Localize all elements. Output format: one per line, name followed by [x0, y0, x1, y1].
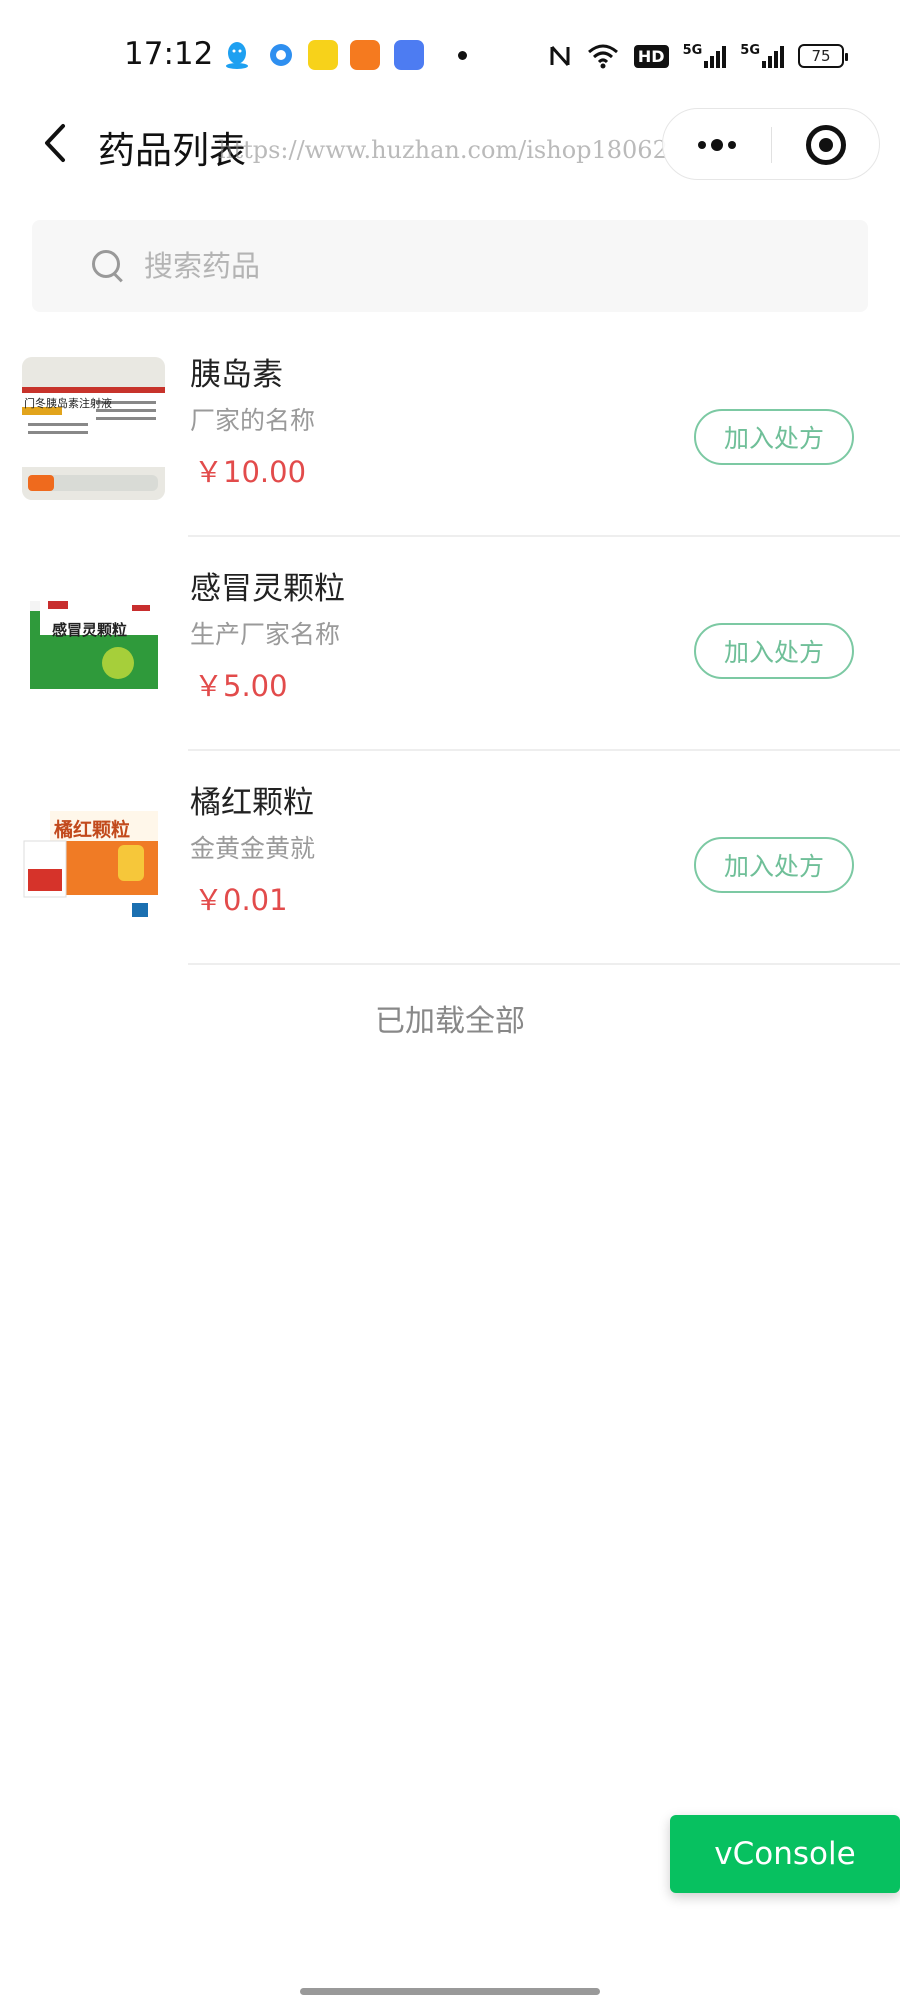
more-dot-icon	[711, 139, 723, 151]
mini-program-capsule	[662, 108, 880, 180]
list-divider	[188, 963, 900, 965]
status-bar: 17:12 HD 5G 5G 75	[0, 0, 900, 110]
qq-app-icon	[222, 40, 252, 70]
search-bar[interactable]	[32, 220, 868, 312]
nfc-icon	[548, 43, 572, 69]
signal-5g-secondary-icon: 5G	[740, 43, 784, 69]
nav-bar: 药品列表 https://www.huzhan.com/ishop18062	[0, 100, 900, 188]
signal-5g-icon: 5G	[683, 43, 727, 69]
product-price: ￥0.01	[194, 883, 288, 917]
back-button[interactable]	[30, 118, 80, 168]
close-mini-program-button[interactable]	[772, 109, 880, 181]
product-image-cold-granules: 感冒灵颗粒	[22, 571, 165, 714]
hd-icon: HD	[633, 44, 669, 68]
product-item[interactable]: 感冒灵颗粒 感冒灵颗粒 生产厂家名称 ￥5.00 加入处方	[0, 537, 900, 751]
browser-app-icon	[266, 40, 296, 70]
news-app-icon	[308, 40, 338, 70]
wifi-icon	[586, 42, 620, 70]
product-name: 橘红颗粒	[190, 785, 314, 821]
product-image-label: 感冒灵颗粒	[52, 621, 128, 639]
product-manufacturer: 生产厂家名称	[190, 620, 341, 649]
product-image-label: 门冬胰岛素注射液	[24, 397, 112, 410]
more-button[interactable]	[663, 109, 771, 181]
loaded-all-text: 已加载全部	[375, 1004, 525, 1039]
product-item[interactable]: 橘红颗粒 橘红颗粒 金黄金黄就 ￥0.01 加入处方	[0, 751, 900, 965]
search-icon	[90, 248, 126, 284]
watermark-text: https://www.huzhan.com/ishop18062	[218, 136, 668, 164]
product-image-orange-granules: 橘红颗粒	[22, 785, 165, 928]
add-to-prescription-button[interactable]: 加入处方	[694, 623, 854, 679]
status-time: 17:12	[124, 36, 214, 72]
more-dot-icon	[728, 141, 736, 149]
target-ring-icon	[806, 125, 846, 165]
product-item[interactable]: 门冬胰岛素注射液 胰岛素 厂家的名称 ￥10.00 加入处方	[0, 323, 900, 537]
product-image-label: 橘红颗粒	[54, 819, 131, 841]
product-price: ￥10.00	[194, 455, 307, 489]
signal-5g-secondary-label: 5G	[740, 43, 760, 58]
vconsole-button[interactable]: vConsole	[670, 1815, 900, 1893]
add-to-prescription-button[interactable]: 加入处方	[694, 409, 854, 465]
uc-app-icon	[350, 40, 380, 70]
product-name: 感冒灵颗粒	[190, 571, 345, 607]
product-name: 胰岛素	[190, 357, 283, 393]
multitask-app-icon	[394, 40, 424, 70]
product-manufacturer: 厂家的名称	[190, 406, 316, 435]
battery-icon: 75	[798, 44, 848, 68]
product-price: ￥5.00	[194, 669, 288, 703]
more-dot-icon	[698, 141, 706, 149]
chevron-left-icon	[45, 124, 65, 162]
home-indicator[interactable]	[300, 1988, 600, 1995]
product-manufacturer: 金黄金黄就	[190, 834, 316, 863]
signal-5g-label: 5G	[682, 43, 703, 58]
status-right-icons: HD 5G 5G 75	[548, 36, 848, 76]
add-to-prescription-button[interactable]: 加入处方	[694, 837, 854, 893]
battery-level: 75	[811, 47, 831, 65]
search-input[interactable]	[144, 249, 744, 283]
more-notifications-dot-icon	[458, 51, 467, 60]
product-image-insulin: 门冬胰岛素注射液	[22, 357, 165, 500]
